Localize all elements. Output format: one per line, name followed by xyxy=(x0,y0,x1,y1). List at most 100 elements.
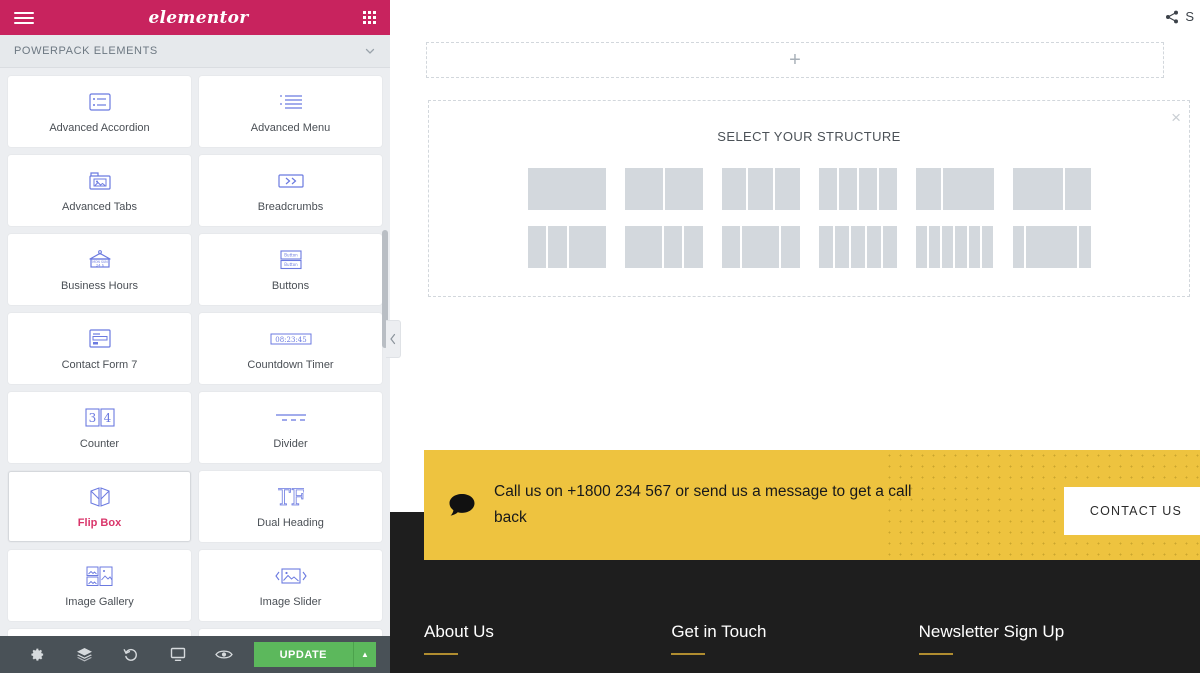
structure-column xyxy=(882,226,897,268)
structure-column xyxy=(850,226,865,268)
structure-column xyxy=(742,226,779,268)
structure-column xyxy=(858,168,877,210)
add-new-section-dropzone[interactable]: + xyxy=(426,42,1164,78)
structure-column xyxy=(942,168,994,210)
widget-label: Advanced Menu xyxy=(250,121,331,134)
widget-label: Countdown Timer xyxy=(247,358,334,371)
structure-column xyxy=(748,168,773,210)
chevron-down-icon[interactable] xyxy=(364,45,376,57)
svg-text:Button: Button xyxy=(284,252,298,257)
structure-16-66-16[interactable] xyxy=(1012,226,1091,268)
widget-label: Buttons xyxy=(271,279,310,292)
counter-digits-icon: 34 xyxy=(83,406,117,430)
structure-column xyxy=(968,226,981,268)
widget-image-slider[interactable]: Image Slider xyxy=(199,550,382,621)
structure-column xyxy=(527,168,606,210)
widget-divider[interactable]: Divider xyxy=(199,392,382,463)
contact-form-icon xyxy=(87,327,113,351)
svg-text:TF: TF xyxy=(278,486,304,509)
widget-dual-heading[interactable]: TF Dual Heading xyxy=(199,471,382,542)
widget-label: Image Slider xyxy=(259,595,322,608)
structure-column xyxy=(1026,226,1077,268)
update-button[interactable]: UPDATE xyxy=(253,642,355,667)
plus-icon[interactable]: + xyxy=(789,50,801,70)
widget-label: Advanced Tabs xyxy=(61,200,138,213)
cta-text: Call us on +1800 234 567 or send us a me… xyxy=(494,483,912,526)
structure-column xyxy=(721,226,740,268)
caret-up-icon[interactable]: ▲ xyxy=(354,642,377,667)
structure-1-column[interactable] xyxy=(527,168,606,210)
history-revisions-icon[interactable] xyxy=(107,647,154,663)
widget-label: Advanced Accordion xyxy=(49,121,150,134)
widget-label: Divider xyxy=(273,437,308,450)
panel-bottom-toolbar: UPDATE ▲ xyxy=(0,636,390,673)
structure-column xyxy=(568,226,606,268)
structure-25-50-25[interactable] xyxy=(721,226,800,268)
elementor-logo: elementor xyxy=(148,7,249,28)
widget-contact-form-7[interactable]: Contact Form 7 xyxy=(8,313,191,384)
structure-5-columns[interactable] xyxy=(818,226,897,268)
responsive-mode-icon[interactable] xyxy=(154,647,201,662)
structure-column xyxy=(915,168,941,210)
widget-next-partial-right[interactable] xyxy=(199,629,382,636)
widget-grid: Advanced Accordion Advanced Menu Advance… xyxy=(8,76,382,636)
widget-image-gallery[interactable]: Image Gallery xyxy=(8,550,191,621)
category-powerpack-elements[interactable]: POWERPACK ELEMENTS xyxy=(0,35,390,68)
structure-column xyxy=(834,226,849,268)
close-icon[interactable]: × xyxy=(1171,109,1181,126)
preview-eye-icon[interactable] xyxy=(201,648,248,661)
widget-buttons[interactable]: Button Button Buttons xyxy=(199,234,382,305)
dual-heading-tf-icon: TF xyxy=(278,485,304,509)
structure-column xyxy=(818,226,833,268)
structure-50-25-25[interactable] xyxy=(624,226,703,268)
structure-row-2 xyxy=(429,226,1189,268)
apps-grid-icon[interactable] xyxy=(362,11,376,24)
structure-column xyxy=(1012,168,1064,210)
structure-row-1 xyxy=(429,168,1189,210)
contact-us-button[interactable]: CONTACT US xyxy=(1063,487,1200,535)
accordion-icon xyxy=(88,90,112,114)
select-structure-panel: × SELECT YOUR STRUCTURE xyxy=(428,100,1190,297)
footer-column-about-us: About Us xyxy=(424,622,671,655)
widget-label: Counter xyxy=(79,437,120,450)
structure-column xyxy=(818,168,837,210)
structure-column xyxy=(942,226,954,268)
widget-business-hours[interactable]: MON SUN 24 h Business Hours xyxy=(8,234,191,305)
structure-3-columns[interactable] xyxy=(721,168,800,210)
footer-column-get-in-touch: Get in Touch xyxy=(671,622,918,655)
navigator-layers-icon[interactable] xyxy=(61,647,108,662)
share-button[interactable]: S xyxy=(1165,9,1194,24)
widget-advanced-tabs[interactable]: Advanced Tabs xyxy=(8,155,191,226)
svg-text:4: 4 xyxy=(103,411,111,425)
panel-header: elementor xyxy=(0,0,390,35)
panel-collapse-handle[interactable] xyxy=(386,320,401,358)
footer-heading-rule xyxy=(424,653,458,655)
hamburger-icon[interactable] xyxy=(14,11,34,24)
widget-breadcrumbs[interactable]: Breadcrumbs xyxy=(199,155,382,226)
widget-list-scroll[interactable]: Advanced Accordion Advanced Menu Advance… xyxy=(0,68,390,636)
structure-column xyxy=(624,226,662,268)
structure-33-66[interactable] xyxy=(915,168,994,210)
structure-column xyxy=(664,168,703,210)
widget-advanced-accordion[interactable]: Advanced Accordion xyxy=(8,76,191,147)
widget-advanced-menu[interactable]: Advanced Menu xyxy=(199,76,382,147)
widget-next-partial-left[interactable] xyxy=(8,629,191,636)
update-group: UPDATE ▲ xyxy=(253,642,377,667)
structure-2-columns[interactable] xyxy=(624,168,703,210)
image-gallery-icon xyxy=(85,564,115,588)
divider-lines-icon xyxy=(273,406,309,430)
widget-counter[interactable]: 34 Counter xyxy=(8,392,191,463)
cta-banner: Call us on +1800 234 567 or send us a me… xyxy=(424,450,1200,560)
structure-25-25-50[interactable] xyxy=(527,226,606,268)
category-title: POWERPACK ELEMENTS xyxy=(14,45,158,57)
svg-text:08:23:45: 08:23:45 xyxy=(275,335,306,343)
structure-column xyxy=(527,226,546,268)
widget-countdown-timer[interactable]: 08:23:45 Countdown Timer xyxy=(199,313,382,384)
structure-4-columns[interactable] xyxy=(818,168,897,210)
widget-label: Dual Heading xyxy=(257,516,324,529)
widget-label: Business Hours xyxy=(60,279,139,292)
structure-6-columns[interactable] xyxy=(915,226,994,268)
settings-gear-icon[interactable] xyxy=(14,647,61,662)
structure-66-33[interactable] xyxy=(1012,168,1091,210)
widget-flip-box[interactable]: Flip Box xyxy=(8,471,191,542)
